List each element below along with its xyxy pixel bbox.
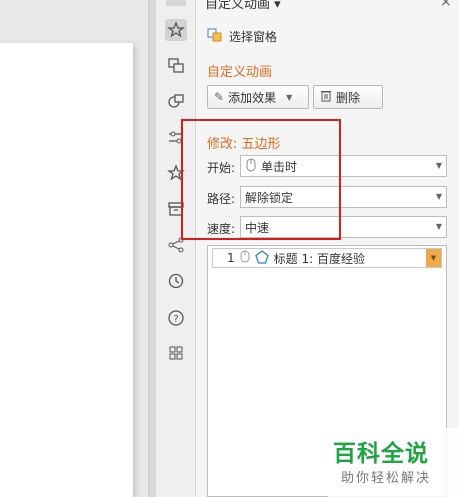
mouse-icon bbox=[240, 250, 250, 266]
animation-icon[interactable] bbox=[165, 54, 187, 76]
highlight-box bbox=[181, 119, 341, 240]
add-effect-button[interactable]: ✎ 添加效果 ▼ bbox=[207, 85, 309, 109]
watermark-subtitle: 助你轻松解决 bbox=[341, 471, 432, 486]
chevron-down-icon: ▼ bbox=[435, 161, 442, 170]
section-title: 自定义动画 bbox=[207, 65, 273, 80]
apps-icon[interactable] bbox=[165, 342, 187, 364]
add-effect-label: 添加效果 bbox=[228, 90, 277, 105]
chevron-down-icon: ▼ bbox=[435, 222, 442, 231]
item-index: 1 bbox=[227, 251, 235, 265]
star-icon[interactable] bbox=[165, 19, 187, 41]
select-pane-label: 选择窗格 bbox=[229, 29, 278, 44]
delete-button[interactable]: 删除 bbox=[313, 85, 383, 109]
help-icon[interactable]: ? bbox=[165, 307, 187, 329]
pentagon-icon bbox=[254, 249, 269, 267]
chevron-down-icon: ▼ bbox=[435, 192, 442, 201]
watermark-title: 百科全说 bbox=[333, 441, 429, 467]
svg-text:?: ? bbox=[173, 314, 178, 325]
chevron-down-icon[interactable]: ▼ bbox=[426, 249, 441, 267]
panel-title[interactable]: 自定义动画 ▾ bbox=[205, 0, 281, 12]
select-pane-icon bbox=[207, 27, 223, 46]
pencil-icon: ✎ bbox=[214, 90, 225, 104]
toolbar-stub bbox=[166, 0, 186, 6]
item-text: 标题 1: 百度经验 bbox=[273, 251, 365, 266]
shapes-icon[interactable] bbox=[165, 90, 187, 112]
close-icon[interactable]: × bbox=[440, 0, 452, 10]
pane-splitter[interactable] bbox=[148, 0, 156, 497]
select-pane-button[interactable]: 选择窗格 bbox=[207, 26, 277, 46]
delete-label: 删除 bbox=[336, 90, 361, 105]
slide-page[interactable] bbox=[0, 43, 133, 497]
list-item[interactable]: 1 标题 1: 百度经验 ▼ bbox=[212, 248, 442, 268]
trash-icon bbox=[320, 89, 332, 105]
chevron-down-icon: ▼ bbox=[286, 92, 293, 102]
history-icon[interactable] bbox=[165, 270, 187, 292]
